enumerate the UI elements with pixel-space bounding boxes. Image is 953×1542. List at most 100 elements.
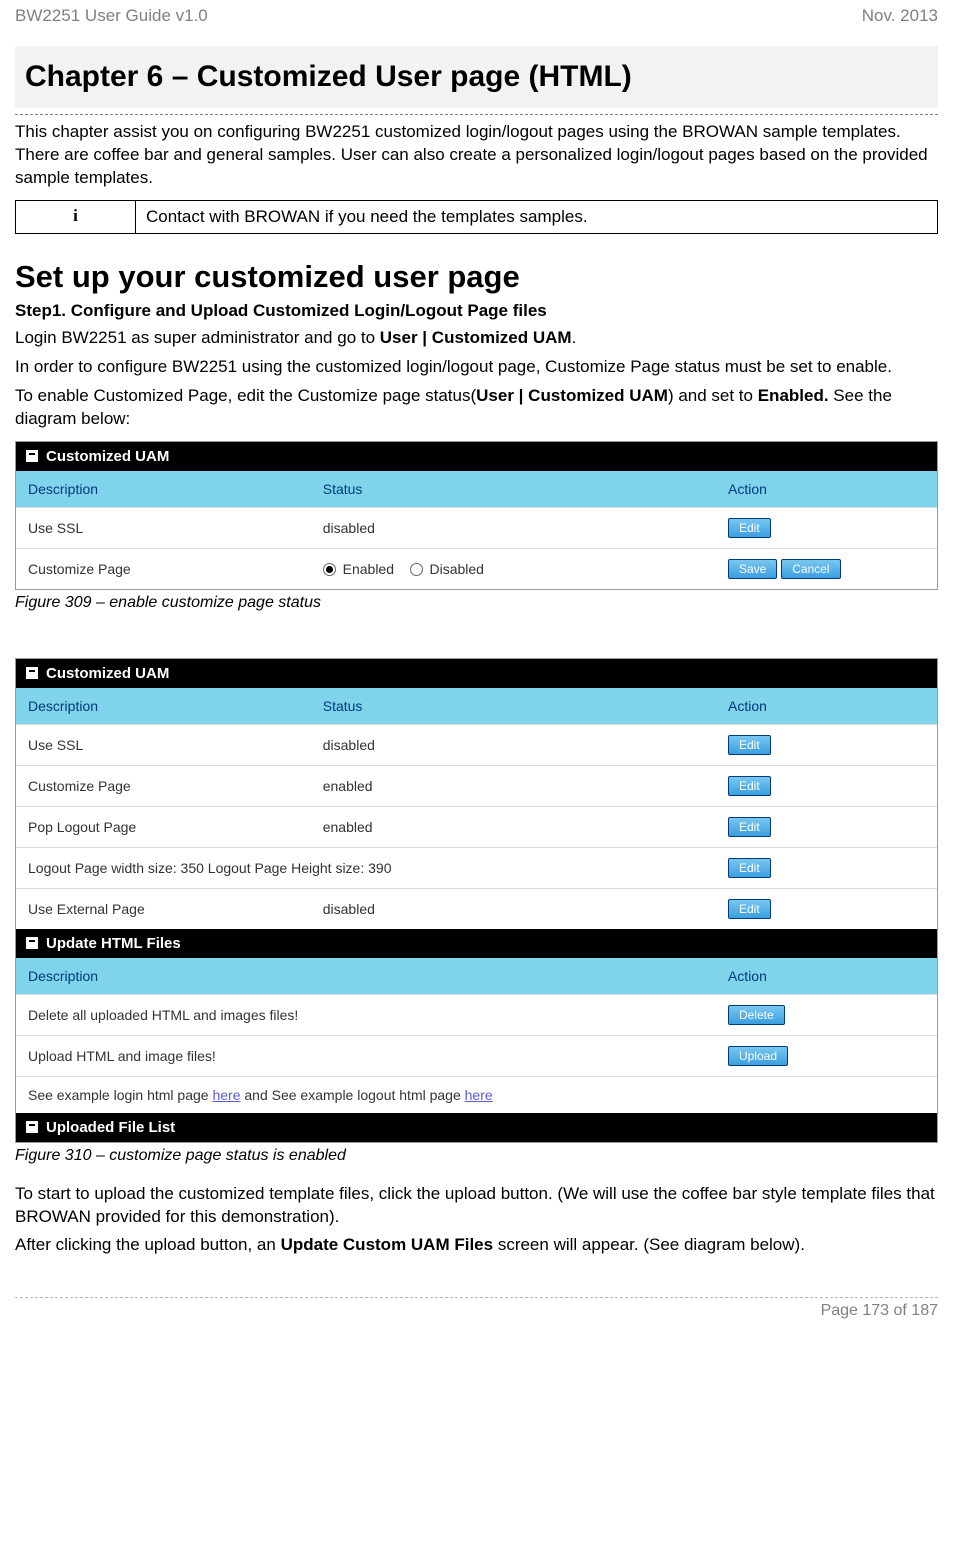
- col-header: Action: [716, 958, 937, 994]
- table-row: Delete all uploaded HTML and images file…: [16, 994, 937, 1035]
- table-header: Description Status Action: [16, 688, 937, 724]
- cell-desc: Logout Page width size: 350 Logout Page …: [16, 850, 716, 886]
- cell-desc: Upload HTML and image files!: [16, 1038, 716, 1074]
- example-logout-link[interactable]: here: [465, 1087, 493, 1103]
- delete-button[interactable]: Delete: [728, 1005, 785, 1025]
- panel-title: Uploaded File List: [46, 1119, 175, 1136]
- cell-desc: Customize Page: [16, 551, 311, 587]
- panel-title: Customized UAM: [46, 665, 169, 682]
- cell-desc: Use SSL: [16, 510, 311, 546]
- panel-header: Update HTML Files: [16, 929, 937, 958]
- text: To enable Customized Page, edit the Cust…: [15, 386, 476, 405]
- info-text: Contact with BROWAN if you need the temp…: [136, 200, 938, 233]
- table-row: Upload HTML and image files! Upload: [16, 1035, 937, 1076]
- paragraph: To start to upload the customized templa…: [15, 1183, 938, 1229]
- table-header: Description Status Action: [16, 471, 937, 507]
- cell-desc: Use External Page: [16, 891, 311, 927]
- col-header: Status: [311, 471, 716, 507]
- table-row: Use SSL disabled Edit: [16, 724, 937, 765]
- paragraph: To enable Customized Page, edit the Cust…: [15, 385, 938, 431]
- radio-disabled[interactable]: [410, 563, 423, 576]
- text: See example login html page: [28, 1087, 212, 1103]
- col-header: Description: [16, 958, 716, 994]
- edit-button[interactable]: Edit: [728, 817, 771, 837]
- edit-button[interactable]: Edit: [728, 899, 771, 919]
- panel-header: Uploaded File List: [16, 1113, 937, 1142]
- chapter-title: Chapter 6 – Customized User page (HTML): [15, 46, 938, 108]
- table-row: Logout Page width size: 350 Logout Page …: [16, 847, 937, 888]
- cell-status: enabled: [311, 809, 716, 845]
- edit-button[interactable]: Edit: [728, 858, 771, 878]
- text: ) and set to: [668, 386, 758, 405]
- figure-309: Customized UAM Description Status Action…: [15, 441, 938, 590]
- col-header: Description: [16, 471, 311, 507]
- example-login-link[interactable]: here: [212, 1087, 240, 1103]
- table-row: Customize Page Enabled Disabled Save Can…: [16, 548, 937, 589]
- table-row: See example login html page here and See…: [16, 1076, 937, 1113]
- panel-icon: [26, 667, 38, 679]
- table-row: Use SSL disabled Edit: [16, 507, 937, 548]
- panel-header: Customized UAM: [16, 659, 937, 688]
- panel-icon: [26, 1121, 38, 1133]
- figure-caption: Figure 309 – enable customize page statu…: [15, 594, 938, 612]
- upload-button[interactable]: Upload: [728, 1046, 788, 1066]
- strong-text: Enabled.: [758, 386, 829, 405]
- step-title: Step1. Configure and Upload Customized L…: [15, 301, 938, 321]
- panel-header: Customized UAM: [16, 442, 937, 471]
- text: After clicking the upload button, an: [15, 1235, 281, 1254]
- strong-text: Update Custom UAM Files: [281, 1235, 494, 1254]
- strong-text: User | Customized UAM: [476, 386, 668, 405]
- cell-status: disabled: [311, 891, 716, 927]
- header-right: Nov. 2013: [862, 6, 938, 26]
- col-header: Action: [716, 688, 937, 724]
- text: and See example logout html page: [240, 1087, 464, 1103]
- cell-desc: Delete all uploaded HTML and images file…: [16, 997, 716, 1033]
- panel-icon: [26, 450, 38, 462]
- cell-desc: Use SSL: [16, 727, 311, 763]
- col-header: Description: [16, 688, 311, 724]
- cell-status: disabled: [311, 510, 716, 546]
- panel-icon: [26, 937, 38, 949]
- table-header: Description Action: [16, 958, 937, 994]
- figure-caption: Figure 310 – customize page status is en…: [15, 1147, 938, 1165]
- table-row: Pop Logout Page enabled Edit: [16, 806, 937, 847]
- radio-label: Enabled: [343, 561, 394, 577]
- cell-desc: See example login html page here and See…: [16, 1077, 716, 1113]
- panel-title: Customized UAM: [46, 448, 169, 465]
- text: screen will appear. (See diagram below).: [493, 1235, 805, 1254]
- info-box: i Contact with BROWAN if you need the te…: [15, 200, 938, 234]
- radio-enabled[interactable]: [323, 563, 336, 576]
- text: Login BW2251 as super administrator and …: [15, 328, 380, 347]
- doc-header: BW2251 User Guide v1.0 Nov. 2013: [15, 0, 938, 46]
- intro-paragraph: This chapter assist you on configuring B…: [15, 121, 938, 190]
- cell-desc: Pop Logout Page: [16, 809, 311, 845]
- cell-status: disabled: [311, 727, 716, 763]
- section-title: Set up your customized user page: [15, 259, 938, 295]
- divider: [15, 114, 938, 115]
- table-row: Use External Page disabled Edit: [16, 888, 937, 929]
- cancel-button[interactable]: Cancel: [781, 559, 840, 579]
- cell-status: Enabled Disabled: [311, 551, 716, 587]
- cell-status: enabled: [311, 768, 716, 804]
- cell-desc: Customize Page: [16, 768, 311, 804]
- paragraph: In order to configure BW2251 using the c…: [15, 356, 938, 379]
- figure-310: Customized UAM Description Status Action…: [15, 658, 938, 1143]
- edit-button[interactable]: Edit: [728, 735, 771, 755]
- col-header: Status: [311, 688, 716, 724]
- text: .: [572, 328, 577, 347]
- table-row: Customize Page enabled Edit: [16, 765, 937, 806]
- col-header: Action: [716, 471, 937, 507]
- save-button[interactable]: Save: [728, 559, 777, 579]
- info-icon: i: [16, 200, 136, 233]
- cell-action: Save Cancel: [716, 549, 937, 589]
- footer-divider: [15, 1297, 938, 1298]
- strong-text: User | Customized UAM: [380, 328, 572, 347]
- cell-action: Edit: [716, 508, 937, 548]
- panel-title: Update HTML Files: [46, 935, 181, 952]
- header-left: BW2251 User Guide v1.0: [15, 6, 208, 26]
- paragraph: Login BW2251 as super administrator and …: [15, 327, 938, 350]
- radio-label: Disabled: [429, 561, 483, 577]
- edit-button[interactable]: Edit: [728, 518, 771, 538]
- edit-button[interactable]: Edit: [728, 776, 771, 796]
- paragraph: After clicking the upload button, an Upd…: [15, 1234, 938, 1257]
